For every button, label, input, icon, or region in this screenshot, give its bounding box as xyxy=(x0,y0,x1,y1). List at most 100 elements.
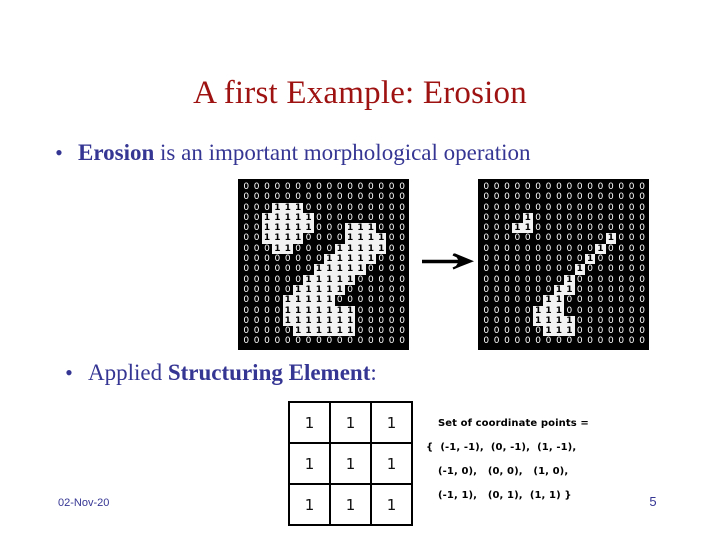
matrix-cell: 0 xyxy=(365,305,377,316)
matrix-cell: 0 xyxy=(355,182,366,193)
matrix-cell: 0 xyxy=(365,264,377,275)
matrix-cell: 1 xyxy=(324,254,335,265)
matrix-cell: 0 xyxy=(303,254,314,265)
matrix-cell: 0 xyxy=(324,192,335,203)
matrix-cell: 1 xyxy=(282,243,293,255)
matrix-cell: 0 xyxy=(324,202,335,213)
matrix-cell: 0 xyxy=(636,336,648,347)
matrix-cell: 0 xyxy=(355,202,366,213)
matrix-cell: 0 xyxy=(501,264,513,275)
matrix-cell: 0 xyxy=(522,254,533,265)
matrix-cell: 0 xyxy=(251,212,262,224)
matrix-cell: 0 xyxy=(365,192,377,203)
matrix-cell: 1 xyxy=(344,243,356,255)
matrix-cell: 0 xyxy=(376,305,387,316)
matrix-cell: 0 xyxy=(241,274,252,285)
matrix-cell: 0 xyxy=(491,295,502,306)
matrix-cell: 1 xyxy=(282,212,293,224)
matrix-cell: 0 xyxy=(241,192,252,203)
matrix-cell: 0 xyxy=(616,212,627,224)
matrix-cell: 0 xyxy=(574,254,585,265)
matrix-cell: 0 xyxy=(584,192,596,203)
matrix-cell: 0 xyxy=(376,274,387,285)
matrix-cell: 1 xyxy=(292,233,304,244)
matrix-cell: 0 xyxy=(292,264,304,275)
matrix-cell: 1 xyxy=(564,284,575,296)
matrix-cell: 0 xyxy=(355,336,366,347)
matrix-cell: 1 xyxy=(605,233,617,244)
matrix-cell: 0 xyxy=(396,274,408,285)
matrix-cell: 1 xyxy=(512,223,523,234)
matrix-cell: 1 xyxy=(334,305,345,316)
matrix-cell: 0 xyxy=(313,202,325,213)
matrix-cell: 1 xyxy=(532,305,544,316)
matrix-cell: 0 xyxy=(626,254,637,265)
matrix-cell: 0 xyxy=(636,295,648,306)
matrix-cell: 0 xyxy=(334,336,345,347)
matrix-cell: 0 xyxy=(491,233,502,244)
matrix-cell: 1 xyxy=(355,243,366,255)
coordinate-set-line-1: { (-1, -1), (0, -1), (1, -1), xyxy=(426,442,577,453)
matrix-cell: 0 xyxy=(574,295,585,306)
matrix-cell: 0 xyxy=(386,243,397,255)
matrix-cell: 0 xyxy=(491,223,502,234)
matrix-cell: 0 xyxy=(272,254,283,265)
matrix-cell: 0 xyxy=(396,305,408,316)
matrix-cell: 1 xyxy=(324,305,335,316)
structuring-element-cell: 1 xyxy=(370,442,413,485)
matrix-cell: 0 xyxy=(261,326,273,337)
matrix-cell: 0 xyxy=(605,223,617,234)
matrix-cell: 1 xyxy=(272,243,283,255)
matrix-cell: 0 xyxy=(636,243,648,255)
matrix-cell: 0 xyxy=(522,192,533,203)
matrix-cell: 0 xyxy=(491,192,502,203)
matrix-cell: 0 xyxy=(595,202,606,213)
matrix-cell: 0 xyxy=(324,243,335,255)
matrix-cell: 1 xyxy=(564,315,575,327)
matrix-cell: 0 xyxy=(636,182,648,193)
matrix-cell: 0 xyxy=(261,182,273,193)
matrix-cell: 0 xyxy=(595,182,606,193)
matrix-cell: 1 xyxy=(303,212,314,224)
matrix-cell: 0 xyxy=(365,212,377,224)
matrix-cell: 0 xyxy=(344,202,356,213)
matrix-cell: 1 xyxy=(292,223,304,234)
matrix-cell: 0 xyxy=(303,233,314,244)
matrix-cell: 0 xyxy=(282,264,293,275)
matrix-cell: 0 xyxy=(532,264,544,275)
bullet-item-erosion-label: Erosion is an important morphological op… xyxy=(78,138,608,168)
matrix-cell: 0 xyxy=(564,254,575,265)
matrix-cell: 0 xyxy=(564,223,575,234)
matrix-cell: 0 xyxy=(626,243,637,255)
matrix-cell: 0 xyxy=(543,254,554,265)
matrix-cell: 0 xyxy=(313,182,325,193)
matrix-cell: 0 xyxy=(574,212,585,224)
matrix-cell: 0 xyxy=(543,182,554,193)
matrix-cell: 0 xyxy=(584,274,596,285)
matrix-cell: 0 xyxy=(605,202,617,213)
matrix-cell: 0 xyxy=(532,233,544,244)
matrix-cell: 0 xyxy=(282,336,293,347)
matrix-cell: 0 xyxy=(636,254,648,265)
matrix-cell: 0 xyxy=(272,182,283,193)
matrix-cell: 1 xyxy=(543,305,554,316)
matrix-cell: 0 xyxy=(261,284,273,296)
matrix-cell: 0 xyxy=(396,336,408,347)
matrix-cell: 0 xyxy=(313,243,325,255)
matrix-cell: 0 xyxy=(272,295,283,306)
matrix-cell: 0 xyxy=(355,315,366,327)
matrix-cell: 0 xyxy=(564,233,575,244)
matrix-cell: 0 xyxy=(491,202,502,213)
matrix-cell: 0 xyxy=(334,233,345,244)
matrix-cell: 0 xyxy=(553,182,565,193)
matrix-cell: 1 xyxy=(334,284,345,296)
matrix-cell: 1 xyxy=(543,295,554,306)
matrix-cell: 0 xyxy=(355,192,366,203)
matrix-cell: 0 xyxy=(501,192,513,203)
structuring-element-cell: 1 xyxy=(288,483,331,526)
matrix-cell: 0 xyxy=(512,202,523,213)
matrix-cell: 1 xyxy=(376,243,387,255)
matrix-cell: 0 xyxy=(282,326,293,337)
matrix-cell: 0 xyxy=(605,212,617,224)
matrix-cell: 0 xyxy=(261,336,273,347)
